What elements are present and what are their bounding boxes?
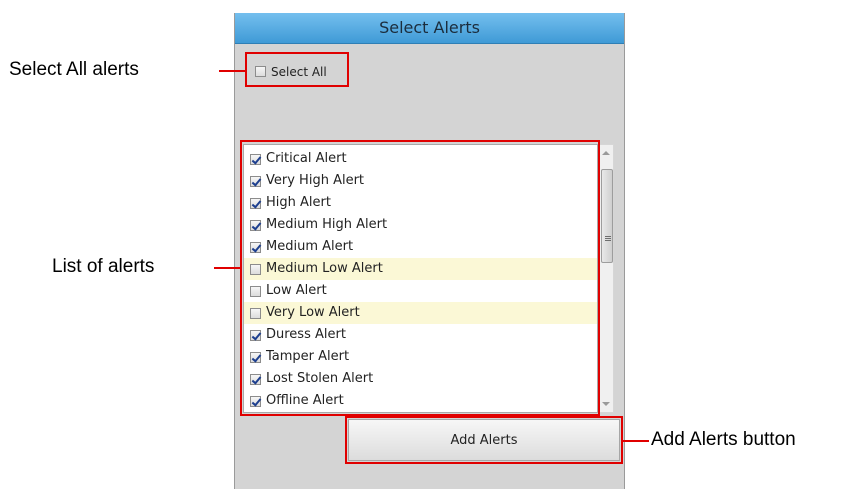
list-scrollbar[interactable]	[598, 144, 614, 413]
select-all-highlight-box	[245, 52, 349, 87]
scroll-down-arrow-icon[interactable]	[602, 402, 610, 406]
panel-title: Select Alerts	[235, 13, 624, 44]
callout-line-select-all	[219, 70, 245, 72]
callout-select-all: Select All alerts	[9, 59, 139, 80]
callout-add-button: Add Alerts button	[651, 429, 796, 450]
add-button-highlight-box	[345, 416, 623, 464]
scroll-thumb[interactable]	[601, 169, 613, 263]
scroll-grip-icon	[605, 236, 611, 237]
scroll-up-arrow-icon[interactable]	[602, 151, 610, 155]
callout-list: List of alerts	[52, 256, 155, 277]
callout-line-list	[214, 267, 240, 269]
callout-line-add-button	[623, 440, 649, 442]
list-highlight-box	[240, 140, 600, 416]
